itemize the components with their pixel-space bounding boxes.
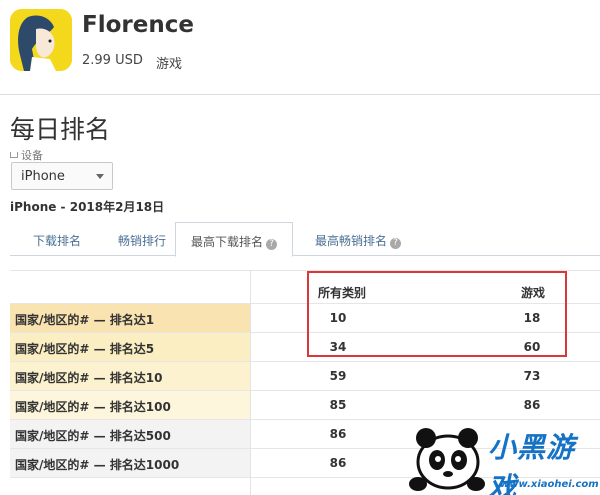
highlight-box <box>307 271 567 357</box>
app-price: 2.99 USD <box>82 53 143 68</box>
header-divider <box>0 94 600 95</box>
row-label: 国家/地区的# — 排名达1 <box>10 304 250 332</box>
help-icon[interactable]: ? <box>390 238 401 249</box>
device-label: 设备 <box>10 147 43 163</box>
section-title: 每日排名 <box>10 115 111 144</box>
chevron-down-icon <box>96 174 104 179</box>
cell-all: 59 <box>329 369 347 383</box>
cell-all: 86 <box>329 427 347 441</box>
row-label: 国家/地区的# — 排名达5 <box>10 333 250 361</box>
app-genre[interactable]: 游戏 <box>156 53 182 72</box>
panda-logo-icon <box>409 428 485 491</box>
tab-grossing-rank[interactable]: 畅销排行 <box>104 222 180 256</box>
cell-all: 85 <box>329 398 347 412</box>
device-select[interactable]: iPhone <box>11 162 113 190</box>
column-divider <box>250 270 251 495</box>
watermark-url: www.xiaohei.com <box>500 479 599 490</box>
device-label-text: 设备 <box>21 149 43 162</box>
app-title: Florence <box>82 12 194 38</box>
device-icon <box>10 152 18 158</box>
cell-games: 73 <box>523 369 541 383</box>
date-line: iPhone - 2018年2月18日 <box>10 200 165 214</box>
help-icon[interactable]: ? <box>266 239 277 250</box>
florence-app-icon[interactable] <box>10 9 72 71</box>
app-header: Florence 2.99 USD 游戏 <box>0 0 600 92</box>
tab-download-rank[interactable]: 下载排名 <box>10 222 104 256</box>
cell-all: 86 <box>329 456 347 470</box>
watermark: 小黑游戏 www.xiaohei.com <box>404 418 600 495</box>
tab-top-grossing-rank[interactable]: 最高畅销排名? <box>302 222 414 256</box>
row-label: 国家/地区的# — 排名达10 <box>10 362 250 390</box>
row-label: 国家/地区的# — 排名达500 <box>10 420 250 448</box>
row-label: 国家/地区的# — 排名达100 <box>10 391 250 419</box>
cell-games: 86 <box>523 398 541 412</box>
table-row: 国家/地区的# — 排名达10 59 73 <box>10 362 600 391</box>
ranking-tabs: 下载排名 畅销排行 最高下载排名? 最高畅销排名? <box>10 222 600 257</box>
row-label: 国家/地区的# — 排名达1000 <box>10 449 250 477</box>
table-row: 国家/地区的# — 排名达100 85 86 <box>10 391 600 420</box>
device-select-value: iPhone <box>21 169 65 184</box>
tab-top-download-rank[interactable]: 最高下载排名? <box>175 222 293 257</box>
